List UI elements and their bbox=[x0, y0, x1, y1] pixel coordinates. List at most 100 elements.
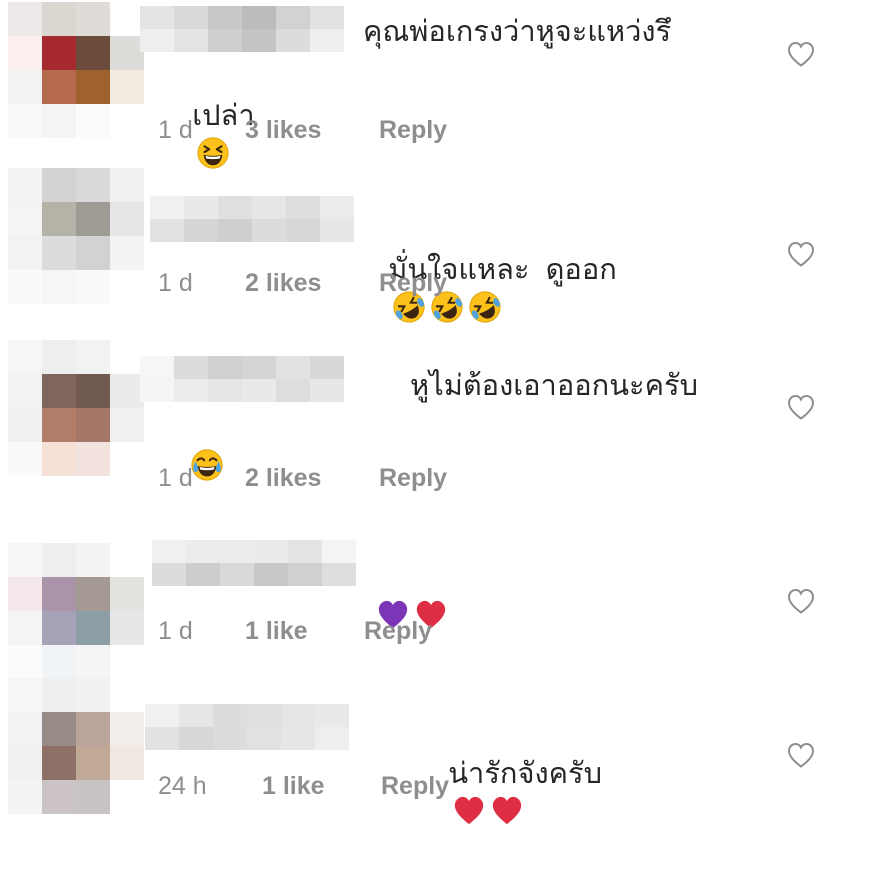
avatar[interactable] bbox=[8, 2, 146, 138]
avatar-pixel bbox=[8, 270, 42, 304]
avatar-pixel bbox=[8, 408, 42, 442]
comment-time: 1 d bbox=[158, 269, 193, 297]
username-pixel bbox=[140, 356, 174, 379]
avatar-pixel bbox=[110, 678, 144, 712]
likes-count[interactable]: 1 like bbox=[262, 772, 325, 801]
username-pixel bbox=[179, 704, 213, 727]
avatar-pixel bbox=[42, 780, 76, 814]
avatar-pixel bbox=[76, 780, 110, 814]
avatar-pixel bbox=[8, 746, 42, 780]
username-pixel bbox=[174, 29, 208, 52]
likes-count[interactable]: 1 like bbox=[245, 617, 308, 646]
username-pixel bbox=[145, 704, 179, 727]
username-pixel bbox=[152, 540, 186, 563]
username-pixel bbox=[281, 727, 315, 750]
avatar-pixel bbox=[42, 236, 76, 270]
tears-of-joy-emoji bbox=[191, 449, 223, 481]
rolling-laughing-emoji bbox=[469, 291, 501, 323]
username-pixel bbox=[208, 356, 242, 379]
avatar-pixel bbox=[8, 442, 42, 476]
avatar-pixel bbox=[8, 104, 42, 138]
heart-outline-icon[interactable] bbox=[786, 40, 816, 68]
username-pixel bbox=[315, 704, 349, 727]
avatar-pixel bbox=[110, 408, 144, 442]
reply-button[interactable]: Reply bbox=[379, 464, 447, 493]
avatar-pixel bbox=[8, 70, 42, 104]
avatar-pixel bbox=[8, 236, 42, 270]
comment-text: หูไม่ต้องเอาออกนะครับ bbox=[410, 370, 699, 402]
username-pixel bbox=[242, 29, 276, 52]
avatar-pixel bbox=[42, 340, 76, 374]
avatar-pixel bbox=[76, 340, 110, 374]
avatar-pixel bbox=[110, 168, 144, 202]
username-blurred[interactable] bbox=[150, 196, 354, 242]
username-pixel bbox=[218, 196, 252, 219]
avatar[interactable] bbox=[8, 678, 146, 814]
heart-outline-icon[interactable] bbox=[786, 240, 816, 268]
username-pixel bbox=[242, 6, 276, 29]
avatar-pixel bbox=[110, 36, 144, 70]
username-blurred[interactable] bbox=[152, 540, 356, 586]
avatar-pixel bbox=[76, 374, 110, 408]
avatar-pixel bbox=[42, 543, 76, 577]
avatar-pixel bbox=[110, 543, 144, 577]
avatar-pixel bbox=[42, 408, 76, 442]
username-pixel bbox=[286, 196, 320, 219]
username-pixel bbox=[140, 29, 174, 52]
avatar-pixel bbox=[110, 645, 144, 679]
username-pixel bbox=[184, 196, 218, 219]
avatar-pixel bbox=[42, 712, 76, 746]
username-pixel bbox=[320, 219, 354, 242]
avatar-pixel bbox=[42, 168, 76, 202]
username-pixel bbox=[310, 29, 344, 52]
avatar-pixel bbox=[110, 442, 144, 476]
avatar-pixel bbox=[42, 2, 76, 36]
likes-count[interactable]: 3 likes bbox=[245, 116, 321, 145]
avatar-pixel bbox=[110, 70, 144, 104]
username-pixel bbox=[145, 727, 179, 750]
likes-count[interactable]: 2 likes bbox=[245, 269, 321, 298]
avatar-pixel bbox=[42, 577, 76, 611]
avatar-pixel bbox=[8, 2, 42, 36]
username-blurred[interactable] bbox=[140, 356, 344, 402]
avatar-pixel bbox=[42, 746, 76, 780]
avatar-pixel bbox=[42, 442, 76, 476]
avatar-pixel bbox=[42, 270, 76, 304]
username-pixel bbox=[213, 727, 247, 750]
avatar-pixel bbox=[8, 340, 42, 374]
reply-button[interactable]: Reply bbox=[364, 617, 432, 646]
avatar-pixel bbox=[110, 236, 144, 270]
username-blurred[interactable] bbox=[145, 704, 349, 750]
username-pixel bbox=[213, 704, 247, 727]
avatar-pixel bbox=[76, 104, 110, 138]
reply-button[interactable]: Reply bbox=[381, 772, 449, 801]
avatar[interactable] bbox=[8, 168, 146, 304]
heart-outline-icon[interactable] bbox=[786, 393, 816, 421]
avatar-pixel bbox=[110, 2, 144, 36]
username-pixel bbox=[288, 540, 322, 563]
reply-button[interactable]: Reply bbox=[379, 269, 447, 298]
red-heart-emoji bbox=[493, 796, 522, 825]
username-pixel bbox=[288, 563, 322, 586]
username-blurred[interactable] bbox=[140, 6, 344, 52]
avatar-pixel bbox=[76, 2, 110, 36]
comment-time: 1 d bbox=[158, 116, 193, 144]
username-pixel bbox=[150, 196, 184, 219]
avatar-pixel bbox=[76, 236, 110, 270]
avatar-pixel bbox=[76, 543, 110, 577]
avatar-pixel bbox=[8, 611, 42, 645]
username-pixel bbox=[220, 540, 254, 563]
heart-outline-icon[interactable] bbox=[786, 587, 816, 615]
heart-outline-icon[interactable] bbox=[786, 741, 816, 769]
reply-button[interactable]: Reply bbox=[379, 116, 447, 145]
username-pixel bbox=[315, 727, 349, 750]
likes-count[interactable]: 2 likes bbox=[245, 464, 321, 493]
avatar[interactable] bbox=[8, 340, 146, 476]
avatar-pixel bbox=[42, 374, 76, 408]
avatar[interactable] bbox=[8, 543, 146, 679]
username-pixel bbox=[247, 704, 281, 727]
username-pixel bbox=[310, 379, 344, 402]
username-pixel bbox=[186, 540, 220, 563]
username-pixel bbox=[310, 356, 344, 379]
username-pixel bbox=[218, 219, 252, 242]
